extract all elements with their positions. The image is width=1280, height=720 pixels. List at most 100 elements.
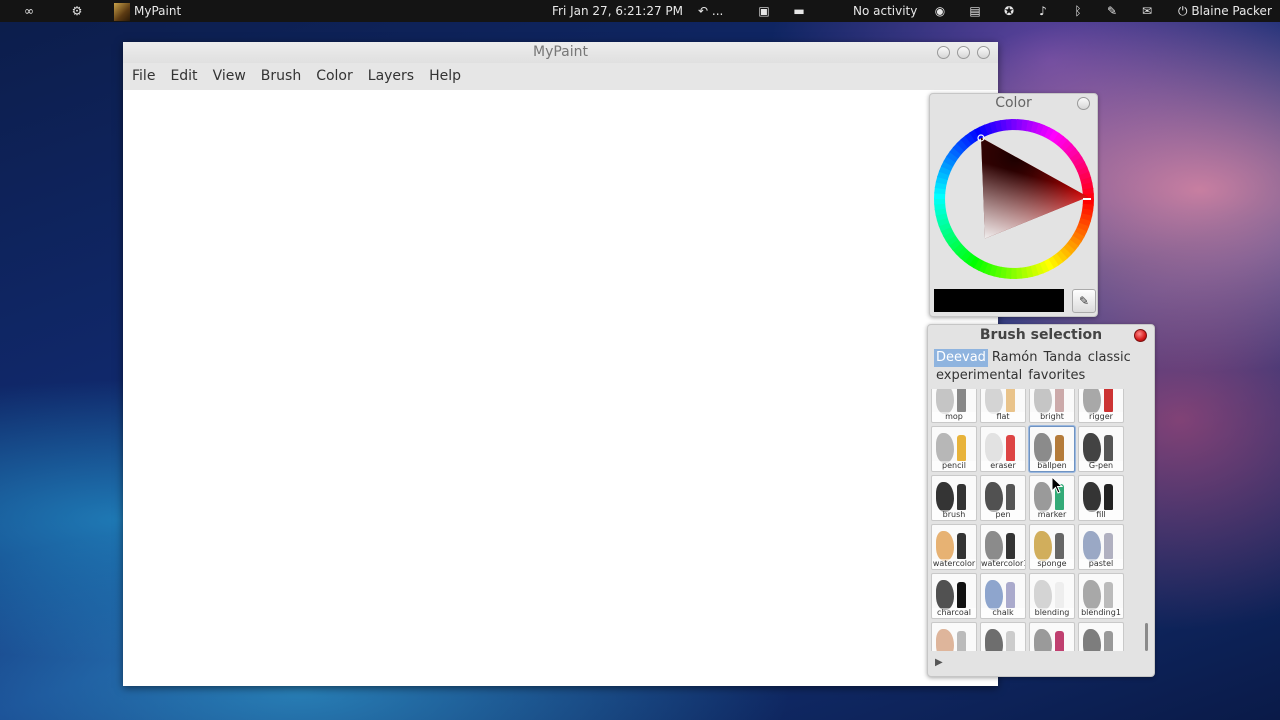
- folder-icon[interactable]: ▬: [790, 0, 808, 22]
- brush-tool-icon: [1104, 631, 1113, 651]
- window-controls: [930, 46, 990, 67]
- brush-label: bright: [1030, 412, 1074, 422]
- taskbar-mypaint[interactable]: MyPaint: [114, 0, 181, 22]
- brush-tool-icon: [1055, 533, 1064, 559]
- menu-edit[interactable]: Edit: [164, 63, 203, 90]
- undo-status[interactable]: ↶ ...: [698, 0, 723, 22]
- brush-spray1[interactable]: spray1: [1078, 622, 1124, 651]
- clock[interactable]: Fri Jan 27, 6:21:27 PM: [552, 0, 683, 22]
- brush-eraser[interactable]: eraser: [980, 426, 1026, 472]
- menu-bar: File Edit View Brush Color Layers Help: [123, 63, 998, 91]
- brush-tool-icon: [1006, 435, 1015, 461]
- brush-rigger[interactable]: rigger: [1078, 389, 1124, 423]
- menu-brush[interactable]: Brush: [255, 63, 307, 90]
- expand-arrow-icon[interactable]: ▶: [935, 657, 943, 668]
- maximize-button[interactable]: [957, 46, 970, 59]
- group-tab-favorites[interactable]: favorites: [1026, 367, 1087, 385]
- brush-panel-title: Brush selection: [979, 327, 1103, 343]
- color-panel-close-button[interactable]: [1077, 97, 1090, 110]
- brush-tool-icon: [1055, 435, 1064, 461]
- bluetooth-icon[interactable]: ᛒ: [1069, 0, 1087, 22]
- menu-view[interactable]: View: [207, 63, 252, 90]
- menu-file[interactable]: File: [126, 63, 161, 90]
- settings-icon[interactable]: ⚙: [68, 0, 86, 22]
- window-titlebar[interactable]: MyPaint: [123, 42, 998, 63]
- infinity-icon[interactable]: ∞: [20, 0, 38, 22]
- brush-spray[interactable]: spray: [1029, 622, 1075, 651]
- brush-label: pen: [981, 510, 1025, 520]
- brush-airbrush[interactable]: airbrush: [980, 622, 1026, 651]
- taskbar-app-label: MyPaint: [134, 4, 182, 18]
- brush-label: watercolor1: [981, 559, 1025, 569]
- brush-stroke-preview: [936, 580, 954, 610]
- user-menu[interactable]: ⏻ Blaine Packer: [1178, 0, 1272, 22]
- brush-watercolor1[interactable]: watercolor1: [980, 524, 1026, 570]
- brush-g-pen[interactable]: G-pen: [1078, 426, 1124, 472]
- current-color-swatch[interactable]: [934, 289, 1064, 312]
- brush-pencil[interactable]: pencil: [931, 426, 977, 472]
- brush-tray-icon[interactable]: ✎: [1103, 0, 1121, 22]
- brush-tool-icon: [957, 435, 966, 461]
- group-tab-experimental[interactable]: experimental: [934, 367, 1024, 385]
- brush-label: watercolor: [932, 559, 976, 569]
- brush-pastel[interactable]: pastel: [1078, 524, 1124, 570]
- brush-bright[interactable]: bright: [1029, 389, 1075, 423]
- menu-layers[interactable]: Layers: [362, 63, 420, 90]
- drawing-canvas[interactable]: [123, 90, 998, 686]
- brush-brush[interactable]: brush: [931, 475, 977, 521]
- brush-grid-scrollbar[interactable]: [1144, 389, 1149, 651]
- brush-blending1[interactable]: blending1: [1078, 573, 1124, 619]
- brush-fill[interactable]: fill: [1078, 475, 1124, 521]
- brush-stroke-preview: [985, 433, 1003, 463]
- menu-color[interactable]: Color: [310, 63, 359, 90]
- scrollbar-thumb[interactable]: [1145, 623, 1148, 651]
- brush-stroke-preview: [1034, 531, 1052, 561]
- brush-stroke-preview: [936, 482, 954, 512]
- activity-status[interactable]: No activity: [853, 0, 917, 22]
- group-tab-classic[interactable]: classic: [1086, 349, 1133, 367]
- mypaint-app-icon: [114, 2, 130, 21]
- brush-tool-icon: [957, 484, 966, 510]
- brush-row: brush pen marker fill: [931, 475, 1141, 521]
- chat-icon[interactable]: ✉: [1138, 0, 1156, 22]
- undo-status-label: ...: [711, 4, 724, 18]
- brush-group-tabs: Deevad Ramón Tanda classic experimental favor…: [934, 349, 1148, 385]
- compass-icon[interactable]: ◉: [931, 0, 949, 22]
- screen-icon[interactable]: ▣: [755, 0, 773, 22]
- brush-tool-icon: [1055, 582, 1064, 608]
- brush-tool-icon: [957, 533, 966, 559]
- brush-tool-icon: [1006, 389, 1015, 412]
- color-wheel[interactable]: [933, 118, 1095, 280]
- brush-blending2[interactable]: blending2: [931, 622, 977, 651]
- menu-help[interactable]: Help: [423, 63, 467, 90]
- clipboard-icon[interactable]: ▤: [966, 0, 984, 22]
- brush-blending[interactable]: blending: [1029, 573, 1075, 619]
- volume-icon[interactable]: ♪: [1034, 0, 1052, 22]
- brush-stroke-preview: [1083, 482, 1101, 512]
- brush-sponge[interactable]: sponge: [1029, 524, 1075, 570]
- brush-ballpen[interactable]: ballpen: [1029, 426, 1075, 472]
- accessibility-icon[interactable]: ✪: [1000, 0, 1018, 22]
- brush-charcoal[interactable]: charcoal: [931, 573, 977, 619]
- brush-stroke-preview: [1083, 389, 1101, 414]
- brush-watercolor[interactable]: watercolor: [931, 524, 977, 570]
- group-tab-ramon[interactable]: Ramón: [990, 349, 1040, 367]
- top-panel: ∞ ⚙ MyPaint Fri Jan 27, 6:21:27 PM ↶ ...…: [0, 0, 1280, 22]
- brush-panel-close-button[interactable]: [1134, 329, 1147, 342]
- mypaint-window: MyPaint File Edit View Brush Color Layers Help: [123, 42, 998, 686]
- brush-label: chalk: [981, 608, 1025, 618]
- minimize-button[interactable]: [937, 46, 950, 59]
- brush-pen[interactable]: pen: [980, 475, 1026, 521]
- close-button[interactable]: [977, 46, 990, 59]
- eyedropper-button[interactable]: ✎: [1072, 289, 1096, 313]
- brush-chalk[interactable]: chalk: [980, 573, 1026, 619]
- brush-stroke-preview: [936, 629, 954, 651]
- brush-stroke-preview: [1083, 531, 1101, 561]
- eyedropper-icon: ✎: [1078, 294, 1090, 308]
- group-tab-deevad[interactable]: Deevad: [934, 349, 988, 367]
- brush-label: ballpen: [1030, 461, 1074, 471]
- brush-label: G-pen: [1079, 461, 1123, 471]
- brush-mop[interactable]: mop: [931, 389, 977, 423]
- group-tab-tanda[interactable]: Tanda: [1042, 349, 1084, 367]
- brush-flat[interactable]: flat: [980, 389, 1026, 423]
